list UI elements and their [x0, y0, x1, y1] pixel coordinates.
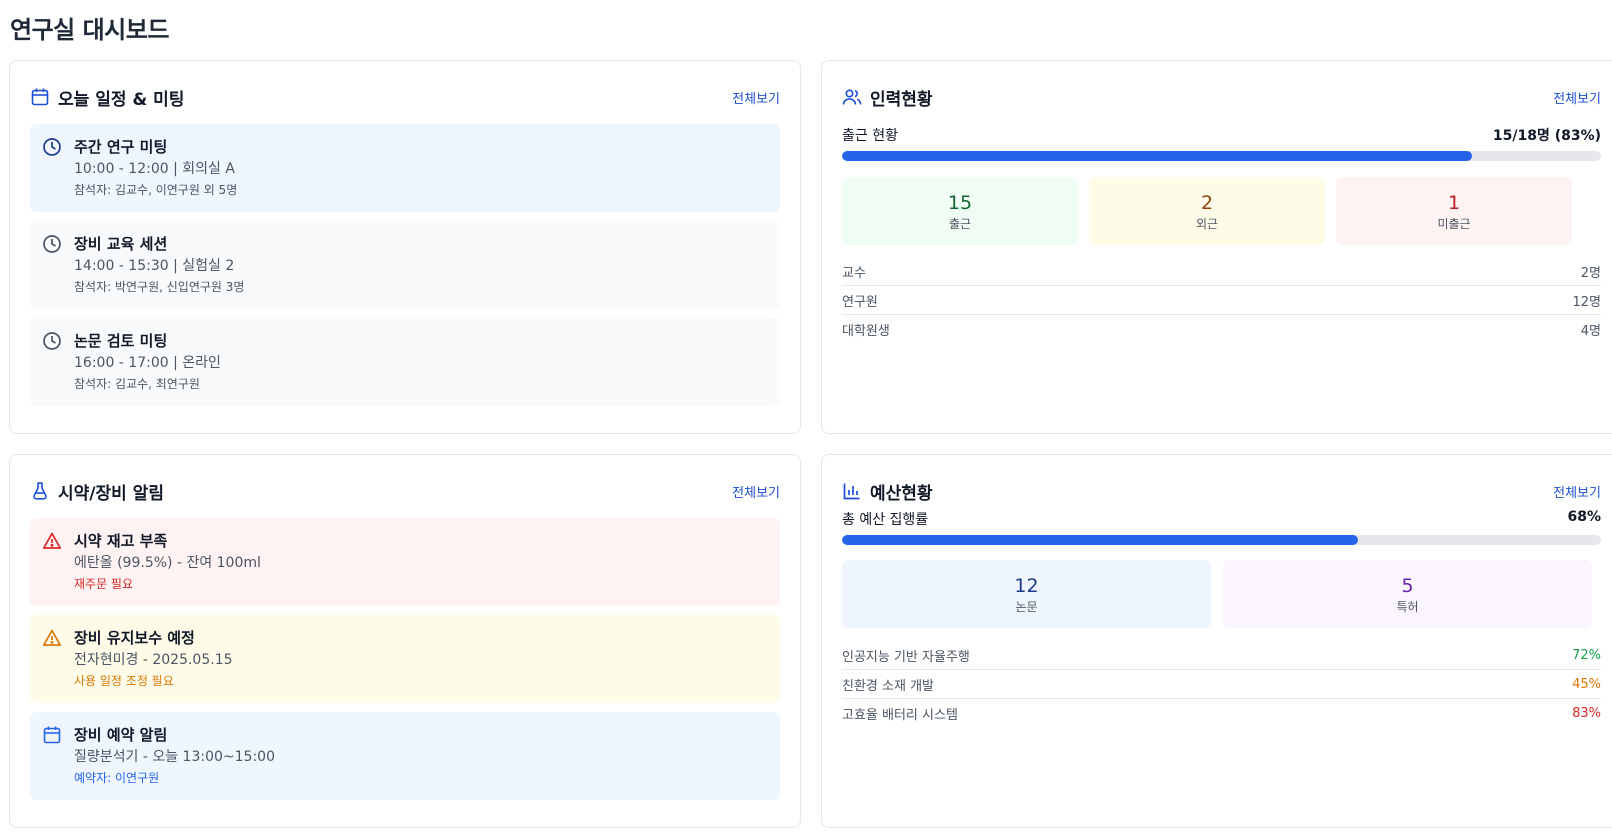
schedule-item-time: 16:00 - 17:00 | 온라인 — [74, 355, 221, 371]
stat-patents-number: 5 — [1401, 575, 1414, 597]
list-item: 교수 2명 — [842, 257, 1601, 286]
attendance-value: 15/18명 (83%) — [1492, 128, 1601, 144]
stat-absent-label: 미출근 — [1437, 217, 1471, 231]
project-value: 72% — [1572, 647, 1601, 663]
attendance-row: 출근 현황 15/18명 (83%) — [842, 125, 1601, 145]
schedule-item-time: 10:00 - 12:00 | 회의실 A — [74, 161, 235, 177]
clock-icon — [42, 234, 62, 254]
alerts-card: 시약/장비 알림 전체보기 시약 재고 부족 에탄올 (99.5%) - 잔여 … — [9, 454, 801, 828]
warning-icon — [42, 628, 62, 648]
stat-present-number: 15 — [947, 192, 973, 214]
breakdown-value: 2명 — [1580, 265, 1601, 281]
stat-patents-label: 특허 — [1396, 600, 1419, 614]
schedule-item-attendees: 참석자: 김교수, 최연구원 — [74, 377, 200, 391]
breakdown-label: 대학원생 — [842, 324, 890, 339]
alert-item[interactable]: 장비 유지보수 예정 전자현미경 - 2025.05.15 사용 일정 조정 필… — [30, 615, 780, 703]
alert-item[interactable]: 장비 예약 알림 질량분석기 - 오늘 13:00~15:00 예약자: 이연구… — [30, 712, 780, 800]
bar-chart-icon — [842, 481, 862, 501]
clock-icon — [42, 331, 62, 351]
budget-execution-label: 총 예산 집행률 — [842, 512, 929, 528]
budget-execution-value: 68% — [1567, 509, 1601, 525]
list-item: 고효율 배터리 시스템 83% — [842, 699, 1601, 728]
schedule-card-header: 오늘 일정 & 미팅 전체보기 — [30, 85, 780, 110]
project-value: 45% — [1572, 676, 1601, 692]
schedule-item[interactable]: 논문 검토 미팅 16:00 - 17:00 | 온라인 참석자: 김교수, 최… — [30, 318, 780, 406]
budget-card: 예산현황 전체보기 총 예산 집행률 68% 12 논문 5 특허 인공지능 기… — [821, 454, 1612, 828]
budget-progress-bar — [842, 535, 1601, 545]
page-title: 연구실 대시보드 — [10, 16, 169, 44]
stat-present: 15 출근 — [842, 177, 1078, 245]
breakdown-value: 12명 — [1572, 294, 1601, 310]
list-item: 친환경 소재 개발 45% — [842, 670, 1601, 699]
schedule-item-title: 논문 검토 미팅 — [74, 332, 168, 350]
schedule-item[interactable]: 장비 교육 세션 14:00 - 15:30 | 실험실 2 참석자: 박연구원… — [30, 221, 780, 309]
staff-card-title: 인력현황 — [870, 89, 933, 110]
stat-papers-label: 논문 — [1015, 600, 1038, 614]
schedule-item-attendees: 참석자: 박연구원, 신입연구원 3명 — [74, 280, 245, 294]
calendar-icon — [42, 725, 62, 745]
breakdown-value: 4명 — [1580, 324, 1601, 339]
stat-field-work-label: 외근 — [1195, 217, 1219, 231]
schedule-item-title: 장비 교육 세션 — [74, 235, 168, 253]
project-label: 친환경 소재 개발 — [842, 678, 934, 694]
alerts-view-all-link[interactable]: 전체보기 — [732, 482, 780, 501]
schedule-card-title: 오늘 일정 & 미팅 — [58, 89, 185, 110]
budget-progress-fill — [842, 535, 1359, 545]
warning-icon — [42, 531, 62, 551]
alert-item-title: 장비 예약 알림 — [74, 726, 168, 744]
stat-papers: 12 논문 — [842, 560, 1211, 628]
stat-field-work: 2 외근 — [1089, 177, 1325, 245]
list-item: 연구원 12명 — [842, 286, 1601, 315]
attendance-label: 출근 현황 — [842, 128, 898, 144]
alert-item-detail: 전자현미경 - 2025.05.15 — [74, 652, 233, 668]
list-item: 대학원생 4명 — [842, 315, 1601, 344]
flask-icon — [30, 481, 50, 501]
stat-present-label: 출근 — [948, 217, 972, 231]
schedule-view-all-link[interactable]: 전체보기 — [732, 88, 780, 107]
schedule-item-title: 주간 연구 미팅 — [74, 138, 168, 156]
stat-patents: 5 특허 — [1223, 560, 1592, 628]
budget-execution-row: 총 예산 집행률 68% — [842, 509, 1601, 529]
schedule-item[interactable]: 주간 연구 미팅 10:00 - 12:00 | 회의실 A 참석자: 김교수,… — [30, 124, 780, 212]
alert-item-detail: 질량분석기 - 오늘 13:00~15:00 — [74, 749, 275, 765]
budget-projects-list: 인공지능 기반 자율주행 72% 친환경 소재 개발 45% 고효율 배터리 시… — [842, 641, 1601, 728]
alert-item-title: 장비 유지보수 예정 — [74, 629, 195, 647]
alert-item[interactable]: 시약 재고 부족 에탄올 (99.5%) - 잔여 100ml 재주문 필요 — [30, 518, 780, 606]
project-label: 고효율 배터리 시스템 — [842, 708, 958, 723]
staff-card: 인력현황 전체보기 출근 현황 15/18명 (83%) 15 출근 2 외근 … — [821, 60, 1612, 434]
breakdown-label: 교수 — [842, 265, 866, 281]
schedule-card: 오늘 일정 & 미팅 전체보기 주간 연구 미팅 10:00 - 12:00 |… — [9, 60, 801, 434]
budget-card-header: 예산현황 전체보기 — [842, 479, 1601, 504]
project-value: 83% — [1572, 706, 1601, 721]
breakdown-label: 연구원 — [842, 294, 878, 310]
schedule-item-time: 14:00 - 15:30 | 실험실 2 — [74, 258, 235, 274]
staff-view-all-link[interactable]: 전체보기 — [1553, 88, 1601, 107]
budget-card-title: 예산현황 — [870, 483, 933, 504]
stat-field-work-number: 2 — [1200, 192, 1214, 214]
stat-papers-number: 12 — [1014, 575, 1039, 597]
list-item: 인공지능 기반 자율주행 72% — [842, 641, 1601, 670]
alert-item-note: 사용 일정 조정 필요 — [74, 674, 174, 688]
alert-item-note: 재주문 필요 — [74, 577, 134, 591]
attendance-progress-fill — [842, 151, 1472, 161]
alert-item-note: 예약자: 이연구원 — [74, 771, 160, 785]
attendance-progress-bar — [842, 151, 1601, 161]
project-label: 인공지능 기반 자율주행 — [842, 649, 970, 665]
clock-icon — [42, 137, 62, 157]
alerts-card-title: 시약/장비 알림 — [58, 483, 164, 504]
budget-view-all-link[interactable]: 전체보기 — [1553, 482, 1601, 501]
alert-item-detail: 에탄올 (99.5%) - 잔여 100ml — [74, 555, 261, 571]
staff-breakdown-list: 교수 2명 연구원 12명 대학원생 4명 — [842, 257, 1601, 344]
stat-absent: 1 미출근 — [1336, 177, 1572, 245]
stat-absent-number: 1 — [1447, 192, 1461, 214]
alert-item-title: 시약 재고 부족 — [74, 532, 168, 550]
schedule-item-attendees: 참석자: 김교수, 이연구원 외 5명 — [74, 183, 238, 197]
calendar-icon — [30, 87, 50, 107]
users-icon — [842, 87, 862, 107]
alerts-card-header: 시약/장비 알림 전체보기 — [30, 479, 780, 504]
staff-card-header: 인력현황 전체보기 — [842, 85, 1601, 110]
